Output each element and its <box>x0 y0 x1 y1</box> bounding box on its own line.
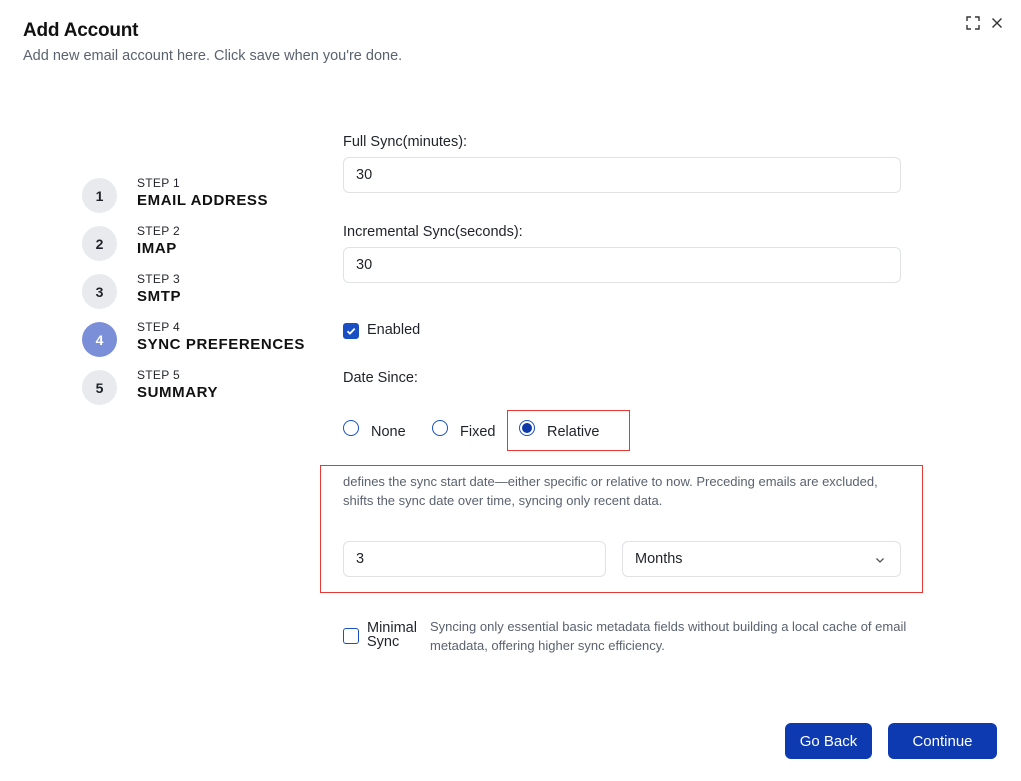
expand-icon[interactable] <box>964 14 982 32</box>
radio-relative[interactable] <box>519 420 535 436</box>
radio-fixed-label: Fixed <box>460 424 496 440</box>
add-account-dialog: Add Account Add new email account here. … <box>0 0 1021 781</box>
step-number: 2 <box>82 226 117 261</box>
close-icon[interactable] <box>988 14 1006 32</box>
step-label: SUMMARY <box>137 384 219 401</box>
step-label: SMTP <box>137 288 182 305</box>
step-number: 5 <box>82 370 117 405</box>
full-sync-label: Full Sync(minutes): <box>343 134 468 150</box>
continue-button[interactable]: Continue <box>888 723 997 759</box>
step-label-top: STEP 4 <box>137 320 180 334</box>
step-label-top: STEP 1 <box>137 176 180 190</box>
relative-unit-select[interactable]: Months <box>622 541 901 577</box>
step-email-address: 1 STEP 1 EMAIL ADDRESS <box>82 176 312 216</box>
enabled-label: Enabled <box>367 322 421 338</box>
enabled-checkbox[interactable] <box>343 323 359 339</box>
step-smtp: 3 STEP 3 SMTP <box>82 272 312 312</box>
check-icon <box>346 327 356 335</box>
minimal-sync-checkbox[interactable] <box>343 628 359 644</box>
full-sync-input[interactable] <box>343 157 901 193</box>
radio-fixed[interactable] <box>432 420 448 436</box>
relative-unit-value: Months <box>635 551 683 567</box>
radio-none-label: None <box>371 424 406 440</box>
step-number: 3 <box>82 274 117 309</box>
step-sync-preferences: 4 STEP 4 SYNC PREFERENCES <box>82 320 312 360</box>
dialog-subtitle: Add new email account here. Click save w… <box>23 48 403 64</box>
radio-none[interactable] <box>343 420 359 436</box>
step-summary: 5 STEP 5 SUMMARY <box>82 368 312 408</box>
go-back-button[interactable]: Go Back <box>785 723 872 759</box>
minimal-sync-label: Minimal Sync <box>367 620 417 650</box>
step-label: EMAIL ADDRESS <box>137 192 269 209</box>
minimal-sync-help-text: Syncing only essential basic metadata fi… <box>430 619 907 653</box>
incremental-sync-label: Incremental Sync(seconds): <box>343 224 523 240</box>
relative-amount-input[interactable] <box>343 541 606 577</box>
step-number: 1 <box>82 178 117 213</box>
date-since-help-text: defines the sync start date—either speci… <box>343 474 878 508</box>
date-since-label: Date Since: <box>343 370 418 386</box>
step-number: 4 <box>82 322 117 357</box>
incremental-sync-input[interactable] <box>343 247 901 283</box>
dialog-title: Add Account <box>23 20 139 41</box>
step-label-top: STEP 3 <box>137 272 180 286</box>
step-label-top: STEP 2 <box>137 224 180 238</box>
radio-relative-label: Relative <box>547 424 600 440</box>
step-label: IMAP <box>137 240 177 257</box>
step-label-top: STEP 5 <box>137 368 180 382</box>
step-imap: 2 STEP 2 IMAP <box>82 224 312 264</box>
step-label: SYNC PREFERENCES <box>137 336 305 353</box>
chevron-down-icon <box>876 558 884 563</box>
